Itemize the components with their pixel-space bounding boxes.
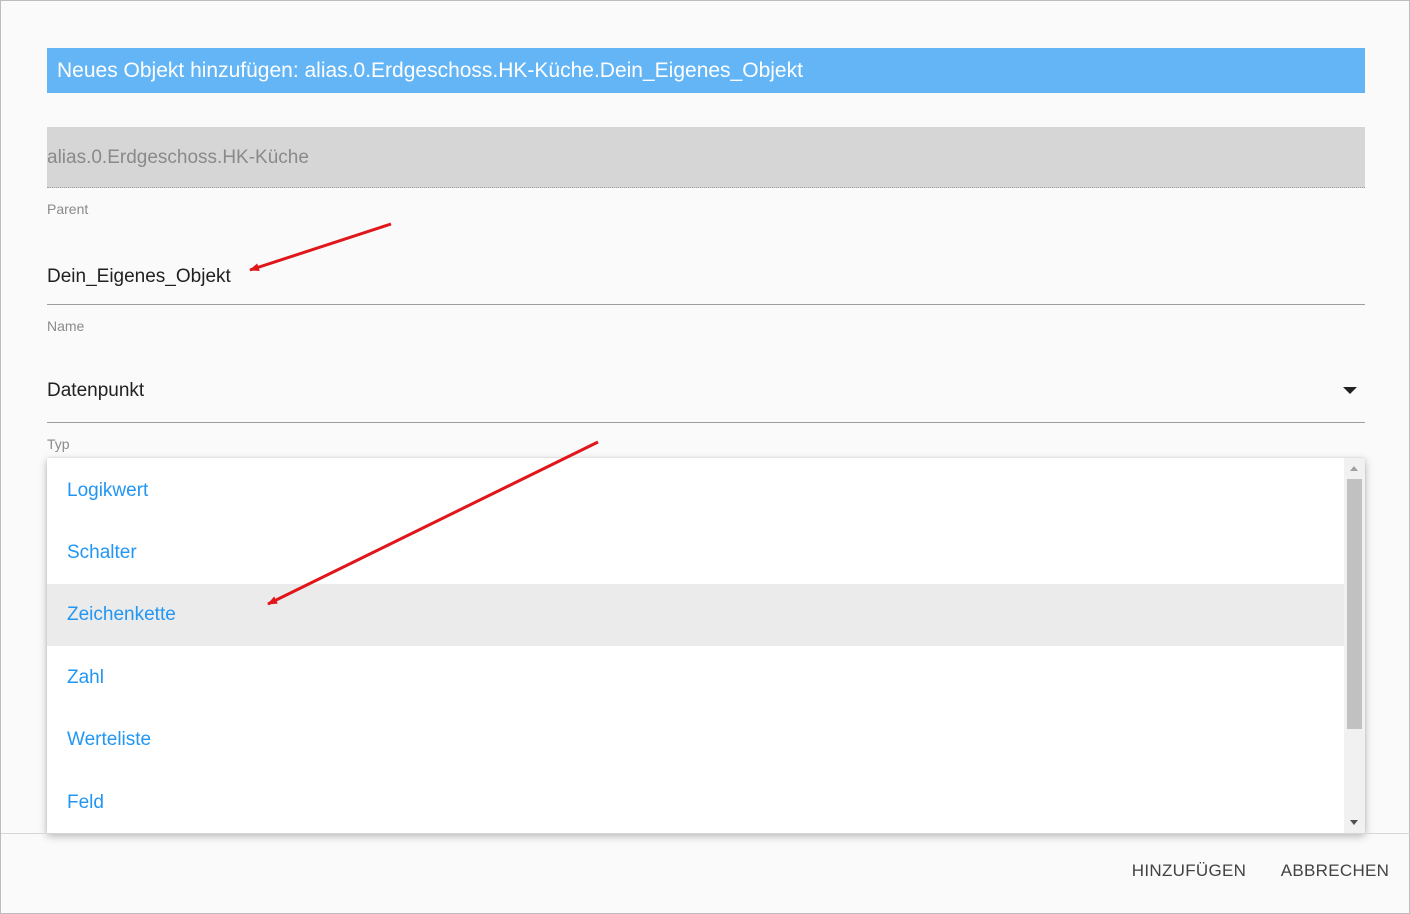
type-dropdown-menu: Logikwert Schalter Zeichenkette Zahl Wer… [47, 458, 1365, 833]
name-input[interactable] [47, 263, 1365, 291]
parent-field [47, 127, 1365, 188]
type-label: Typ [47, 436, 70, 452]
type-select[interactable]: Datenpunkt [47, 367, 1365, 423]
menu-item-zeichenkette[interactable]: Zeichenkette [47, 584, 1344, 646]
menu-item-werteliste[interactable]: Werteliste [47, 709, 1344, 771]
menu-item-schalter[interactable]: Schalter [47, 522, 1344, 584]
chevron-down-icon[interactable] [1343, 387, 1357, 394]
name-field[interactable] [47, 251, 1365, 305]
type-select-value: Datenpunkt [47, 380, 145, 401]
menu-item-zahl[interactable]: Zahl [47, 647, 1344, 709]
menu-item-logikwert[interactable]: Logikwert [47, 460, 1344, 522]
footer-divider [1, 833, 1410, 834]
cancel-button[interactable]: ABBRECHEN [1279, 853, 1391, 889]
name-label: Name [47, 318, 85, 334]
parent-label: Parent [47, 201, 89, 217]
add-object-dialog: Neues Objekt hinzufügen: alias.0.Erdgesc… [0, 0, 1410, 914]
menu-item-feld[interactable]: Feld [47, 772, 1344, 833]
dialog-title: Neues Objekt hinzufügen: alias.0.Erdgesc… [47, 48, 1365, 93]
parent-input [47, 143, 1365, 173]
scroll-down-arrow-icon[interactable] [1350, 820, 1358, 825]
scroll-up-arrow-icon[interactable] [1350, 466, 1358, 471]
scrollbar-thumb[interactable] [1347, 479, 1362, 729]
add-button[interactable]: HINZUFÜGEN [1127, 853, 1251, 889]
dropdown-scrollbar[interactable] [1344, 458, 1365, 833]
